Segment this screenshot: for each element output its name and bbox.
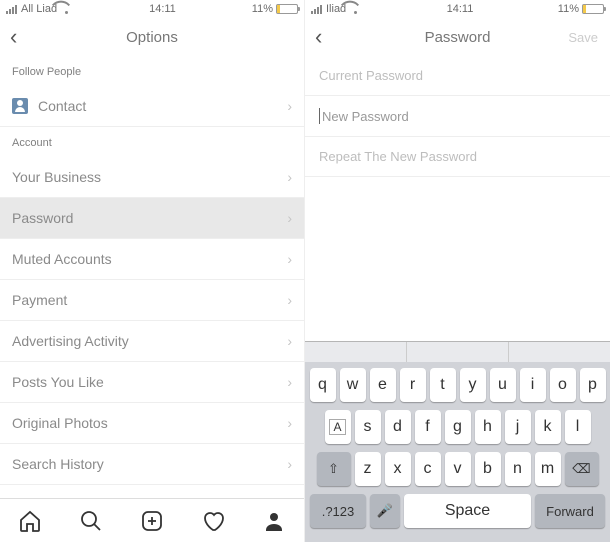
section-account: Account [0,127,304,157]
battery-icon [582,4,604,14]
key-c[interactable]: c [415,452,441,486]
row-mobile-data[interactable]: Use Of Mobile Data › [0,485,304,498]
chevron-right-icon: › [287,415,292,431]
chevron-right-icon: › [287,333,292,349]
suggestion-bar [305,342,610,362]
keyboard: q w e r t y u i o p A s d f g h j k l ⇧ … [305,341,610,542]
new-password-input[interactable]: New Password [305,96,610,137]
key-k[interactable]: k [535,410,561,444]
key-r[interactable]: r [400,368,426,402]
key-backspace[interactable]: ⌫ [565,452,599,486]
key-row-4: .?123 🎤 Space Forward [308,494,607,528]
key-y[interactable]: y [460,368,486,402]
key-d[interactable]: d [385,410,411,444]
key-t[interactable]: t [430,368,456,402]
row-password[interactable]: Password › [0,198,304,239]
key-w[interactable]: w [340,368,366,402]
settings-list[interactable]: Follow People Contact › Account Your Bus… [0,56,304,498]
chevron-right-icon: › [287,210,292,226]
page-title: Password [305,29,610,46]
battery-pct: 11% [558,3,579,15]
row-contact[interactable]: Contact › [0,86,304,127]
tab-home[interactable] [0,499,61,542]
key-p[interactable]: p [580,368,606,402]
wifi-icon [350,4,362,14]
key-q[interactable]: q [310,368,336,402]
header: ‹ Password Save [305,18,610,56]
tab-bar [0,498,304,542]
key-i[interactable]: i [520,368,546,402]
key-a[interactable]: A [325,410,351,444]
tab-activity[interactable] [182,499,243,542]
status-bar: All Liad 14:11 11% [0,0,304,18]
key-b[interactable]: b [475,452,501,486]
key-shift[interactable]: ⇧ [317,452,351,486]
repeat-password-input[interactable]: Repeat The New Password [305,137,610,177]
key-n[interactable]: n [505,452,531,486]
key-o[interactable]: o [550,368,576,402]
key-g[interactable]: g [445,410,471,444]
row-your-business[interactable]: Your Business › [0,157,304,198]
options-screen: All Liad 14:11 11% ‹ Options Follow Peop… [0,0,305,542]
clock: 14:11 [149,3,176,15]
key-row-1: q w e r t y u i o p [308,368,607,402]
contact-icon [12,98,28,114]
key-h[interactable]: h [475,410,501,444]
key-row-2: A s d f g h j k l [308,410,607,444]
key-m[interactable]: m [535,452,561,486]
chevron-right-icon: › [287,292,292,308]
back-button[interactable]: ‹ [315,24,335,50]
key-mic[interactable]: 🎤 [370,494,400,528]
key-x[interactable]: x [385,452,411,486]
chevron-right-icon: › [287,98,292,114]
status-bar: All Liad Iliad 14:11 11% [305,0,610,18]
password-form: Current Password New Password Repeat The… [305,56,610,177]
row-posts-you-like[interactable]: Posts You Like › [0,362,304,403]
key-j[interactable]: j [505,410,531,444]
wifi-icon [61,4,73,14]
chevron-right-icon: › [287,251,292,267]
battery-pct: 11% [252,3,273,15]
key-row-3: ⇧ z x c v b n m ⌫ [308,452,607,486]
key-l[interactable]: l [565,410,591,444]
key-f[interactable]: f [415,410,441,444]
suggestion-slot[interactable] [509,342,610,362]
suggestion-slot[interactable] [407,342,509,362]
section-follow: Follow People [0,56,304,86]
signal-icon [311,5,322,14]
row-payment[interactable]: Payment › [0,280,304,321]
key-v[interactable]: v [445,452,471,486]
tab-add[interactable] [122,499,183,542]
chevron-right-icon: › [287,169,292,185]
page-title: Options [0,29,304,46]
chevron-right-icon: › [287,456,292,472]
current-password-input[interactable]: Current Password [305,56,610,96]
signal-icon [6,5,17,14]
battery-icon [276,4,298,14]
key-s[interactable]: s [355,410,381,444]
suggestion-slot[interactable] [305,342,407,362]
chevron-right-icon: › [287,374,292,390]
key-z[interactable]: z [355,452,381,486]
password-screen: All Liad Iliad 14:11 11% ‹ Password Save… [305,0,610,542]
key-forward[interactable]: Forward [535,494,605,528]
row-search-history[interactable]: Search History › [0,444,304,485]
row-muted-accounts[interactable]: Muted Accounts › [0,239,304,280]
row-advertising[interactable]: Advertising Activity › [0,321,304,362]
key-e[interactable]: e [370,368,396,402]
key-numbers[interactable]: .?123 [310,494,366,528]
tab-profile[interactable] [243,499,304,542]
row-original-photos[interactable]: Original Photos › [0,403,304,444]
text-cursor [319,108,320,124]
key-space[interactable]: Space [404,494,531,528]
key-u[interactable]: u [490,368,516,402]
save-button[interactable]: Save [568,30,598,45]
header: ‹ Options [0,18,304,56]
tab-search[interactable] [61,499,122,542]
clock: 14:11 [447,3,474,15]
back-button[interactable]: ‹ [10,24,30,50]
